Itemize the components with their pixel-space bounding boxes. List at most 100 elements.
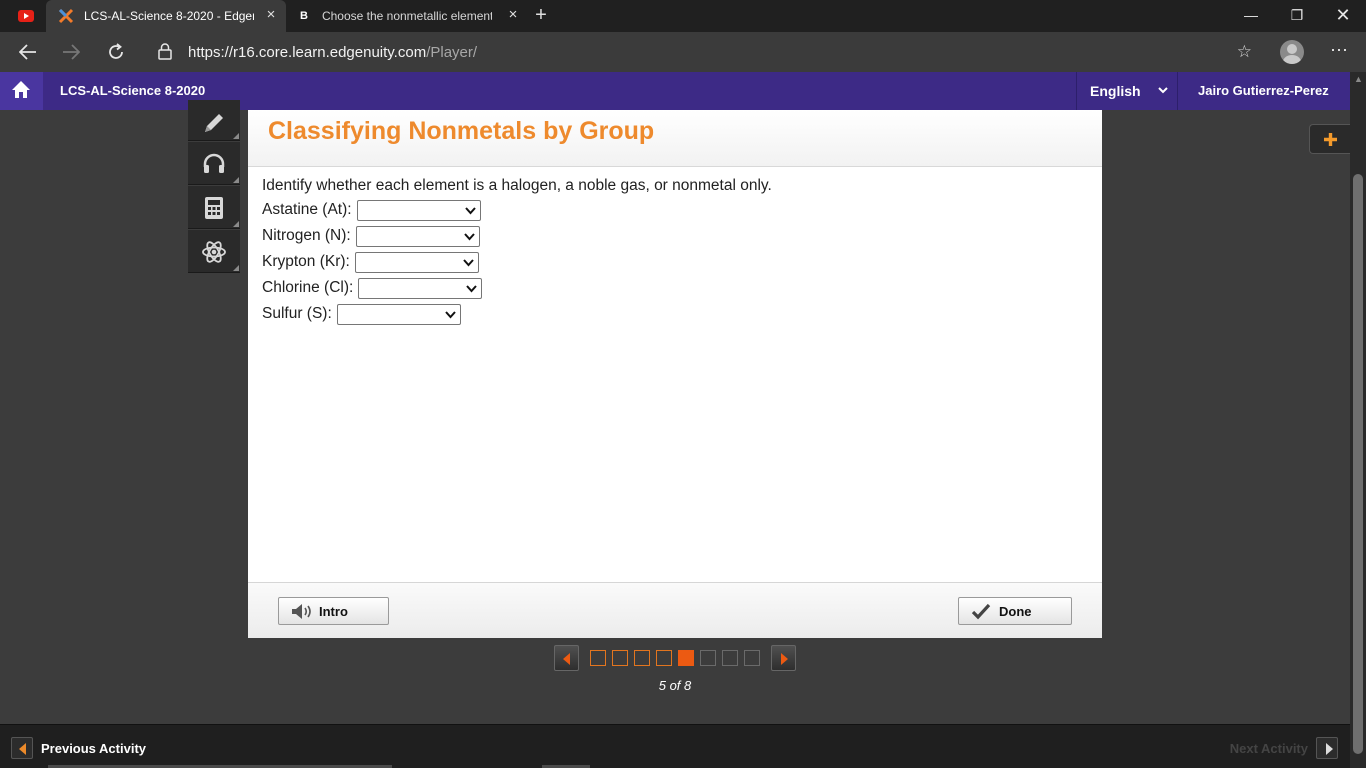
previous-activity-label: Previous Activity [41,740,147,756]
back-icon [18,44,36,60]
next-activity-button[interactable]: Next Activity [1230,736,1338,760]
close-window-button[interactable]: ✕ [1320,0,1366,32]
speaker-icon [292,604,311,619]
page-square-3[interactable] [634,650,650,666]
chlorine-dropdown[interactable] [358,277,483,299]
restore-button[interactable]: ❐ [1274,0,1320,32]
krypton-dropdown[interactable] [354,251,479,273]
star-icon[interactable]: ☆ [1237,42,1252,62]
activity-nav-bar: Previous Activity Next Activity [0,724,1350,768]
chevron-down-icon [445,310,456,318]
calculator-tool-button[interactable] [188,186,240,229]
question-row: Sulfur (S): [262,302,461,326]
course-title: LCS-AL-Science 8-2020 [60,83,206,98]
arrow-left-icon [563,653,570,665]
audio-tool-button[interactable] [188,142,240,185]
brainly-icon: B [300,10,308,22]
refresh-button[interactable] [102,38,130,66]
page-scrollbar[interactable]: ▲ [1350,72,1366,768]
page-square-8[interactable] [744,650,760,666]
chevron-down-icon [1158,87,1168,94]
lock-icon [158,43,172,60]
edgenuity-icon [58,8,74,24]
tab-title: LCS-AL-Science 8-2020 - Edgenuity [84,9,254,23]
instructions: Identify whether each element is a halog… [262,177,772,194]
astatine-dropdown[interactable] [356,199,481,221]
previous-page-button[interactable] [554,645,579,671]
page-counter: 5 of 8 [658,678,692,693]
minimize-button[interactable]: — [1228,0,1274,32]
new-tab-button[interactable]: + [530,4,552,26]
chevron-down-icon [466,284,478,292]
youtube-icon [18,10,34,22]
url-text: https://r16.core.learn.edgenuity.com/Pla… [188,44,478,61]
tool-sidebar [188,100,240,276]
question-label: Nitrogen (N): [262,227,351,244]
language-selector[interactable]: English [1076,72,1178,110]
panel-footer: Intro Done [248,582,1102,638]
close-tab-icon[interactable]: × [264,7,278,22]
more-icon[interactable]: ⋯ [1326,38,1352,66]
address-bar: https://r16.core.learn.edgenuity.com/Pla… [0,32,1366,72]
question-label: Sulfur (S): [262,305,332,322]
question-row: Krypton (Kr): [262,250,479,274]
user-name[interactable]: Jairo Gutierrez-Perez [1198,83,1329,98]
tab-title: Choose the nonmetallic element [321,9,492,23]
language-label: English [1090,83,1141,99]
url-field[interactable]: https://r16.core.learn.edgenuity.com/Pla… [146,36,1260,68]
arrow-right-icon [1316,737,1338,759]
forward-button[interactable] [57,38,85,66]
question-label: Chlorine (Cl): [262,279,354,296]
page-square-5-current[interactable] [678,650,694,666]
close-tab-icon[interactable]: × [506,7,520,22]
pinned-tab-youtube[interactable] [0,0,46,32]
chevron-down-icon [463,232,475,240]
checkmark-icon [971,603,991,620]
pencil-icon [205,114,223,132]
nitrogen-dropdown[interactable] [355,225,480,247]
question-label: Krypton (Kr): [262,253,350,270]
home-button[interactable] [0,72,43,110]
sulfur-dropdown[interactable] [336,303,461,325]
page-square-7[interactable] [722,650,738,666]
chevron-down-icon [463,258,474,266]
tab-edgenuity[interactable]: LCS-AL-Science 8-2020 - Edgenuity × [46,0,286,32]
expand-plus-button[interactable] [1309,124,1350,154]
atom-icon [202,241,226,263]
page-square-1[interactable] [590,650,606,666]
intro-label: Intro [319,604,348,619]
page-square-2[interactable] [612,650,628,666]
activity-panel: Classifying Nonmetals by Group Identify … [248,110,1102,638]
title-area: Classifying Nonmetals by Group [248,110,1102,167]
next-activity-label: Next Activity [1229,740,1308,756]
arrow-left-icon [11,737,33,759]
page-square-6[interactable] [700,650,716,666]
question-row: Nitrogen (N): [262,224,480,248]
question-label: Astatine (At): [262,201,352,218]
home-icon [12,81,30,98]
question-row: Chlorine (Cl): [262,276,483,300]
previous-activity-button[interactable]: Previous Activity [11,736,146,760]
chevron-down-icon [464,206,476,214]
done-label: Done [999,604,1032,619]
scroll-thumb[interactable] [1353,174,1363,754]
question-row: Astatine (At): [262,198,481,222]
calculator-icon [205,197,223,219]
profile-icon[interactable] [1280,40,1304,64]
arrow-right-icon [781,653,788,665]
page-square-4[interactable] [656,650,672,666]
forward-icon [63,44,81,60]
page-title: Classifying Nonmetals by Group [268,117,655,145]
browser-tab-bar: LCS-AL-Science 8-2020 - Edgenuity × B Ch… [0,0,1366,32]
back-button[interactable] [14,38,42,66]
done-button[interactable]: Done [958,597,1072,625]
refresh-icon [109,43,123,59]
next-page-button[interactable] [771,645,796,671]
scroll-up-icon[interactable]: ▲ [1354,74,1363,84]
headphones-icon [203,153,225,173]
plus-icon [1324,133,1337,146]
intro-button[interactable]: Intro [278,597,389,625]
science-tool-button[interactable] [188,230,240,273]
tab-brainly[interactable]: B Choose the nonmetallic element × [288,0,528,32]
pencil-tool-button[interactable] [188,100,240,141]
